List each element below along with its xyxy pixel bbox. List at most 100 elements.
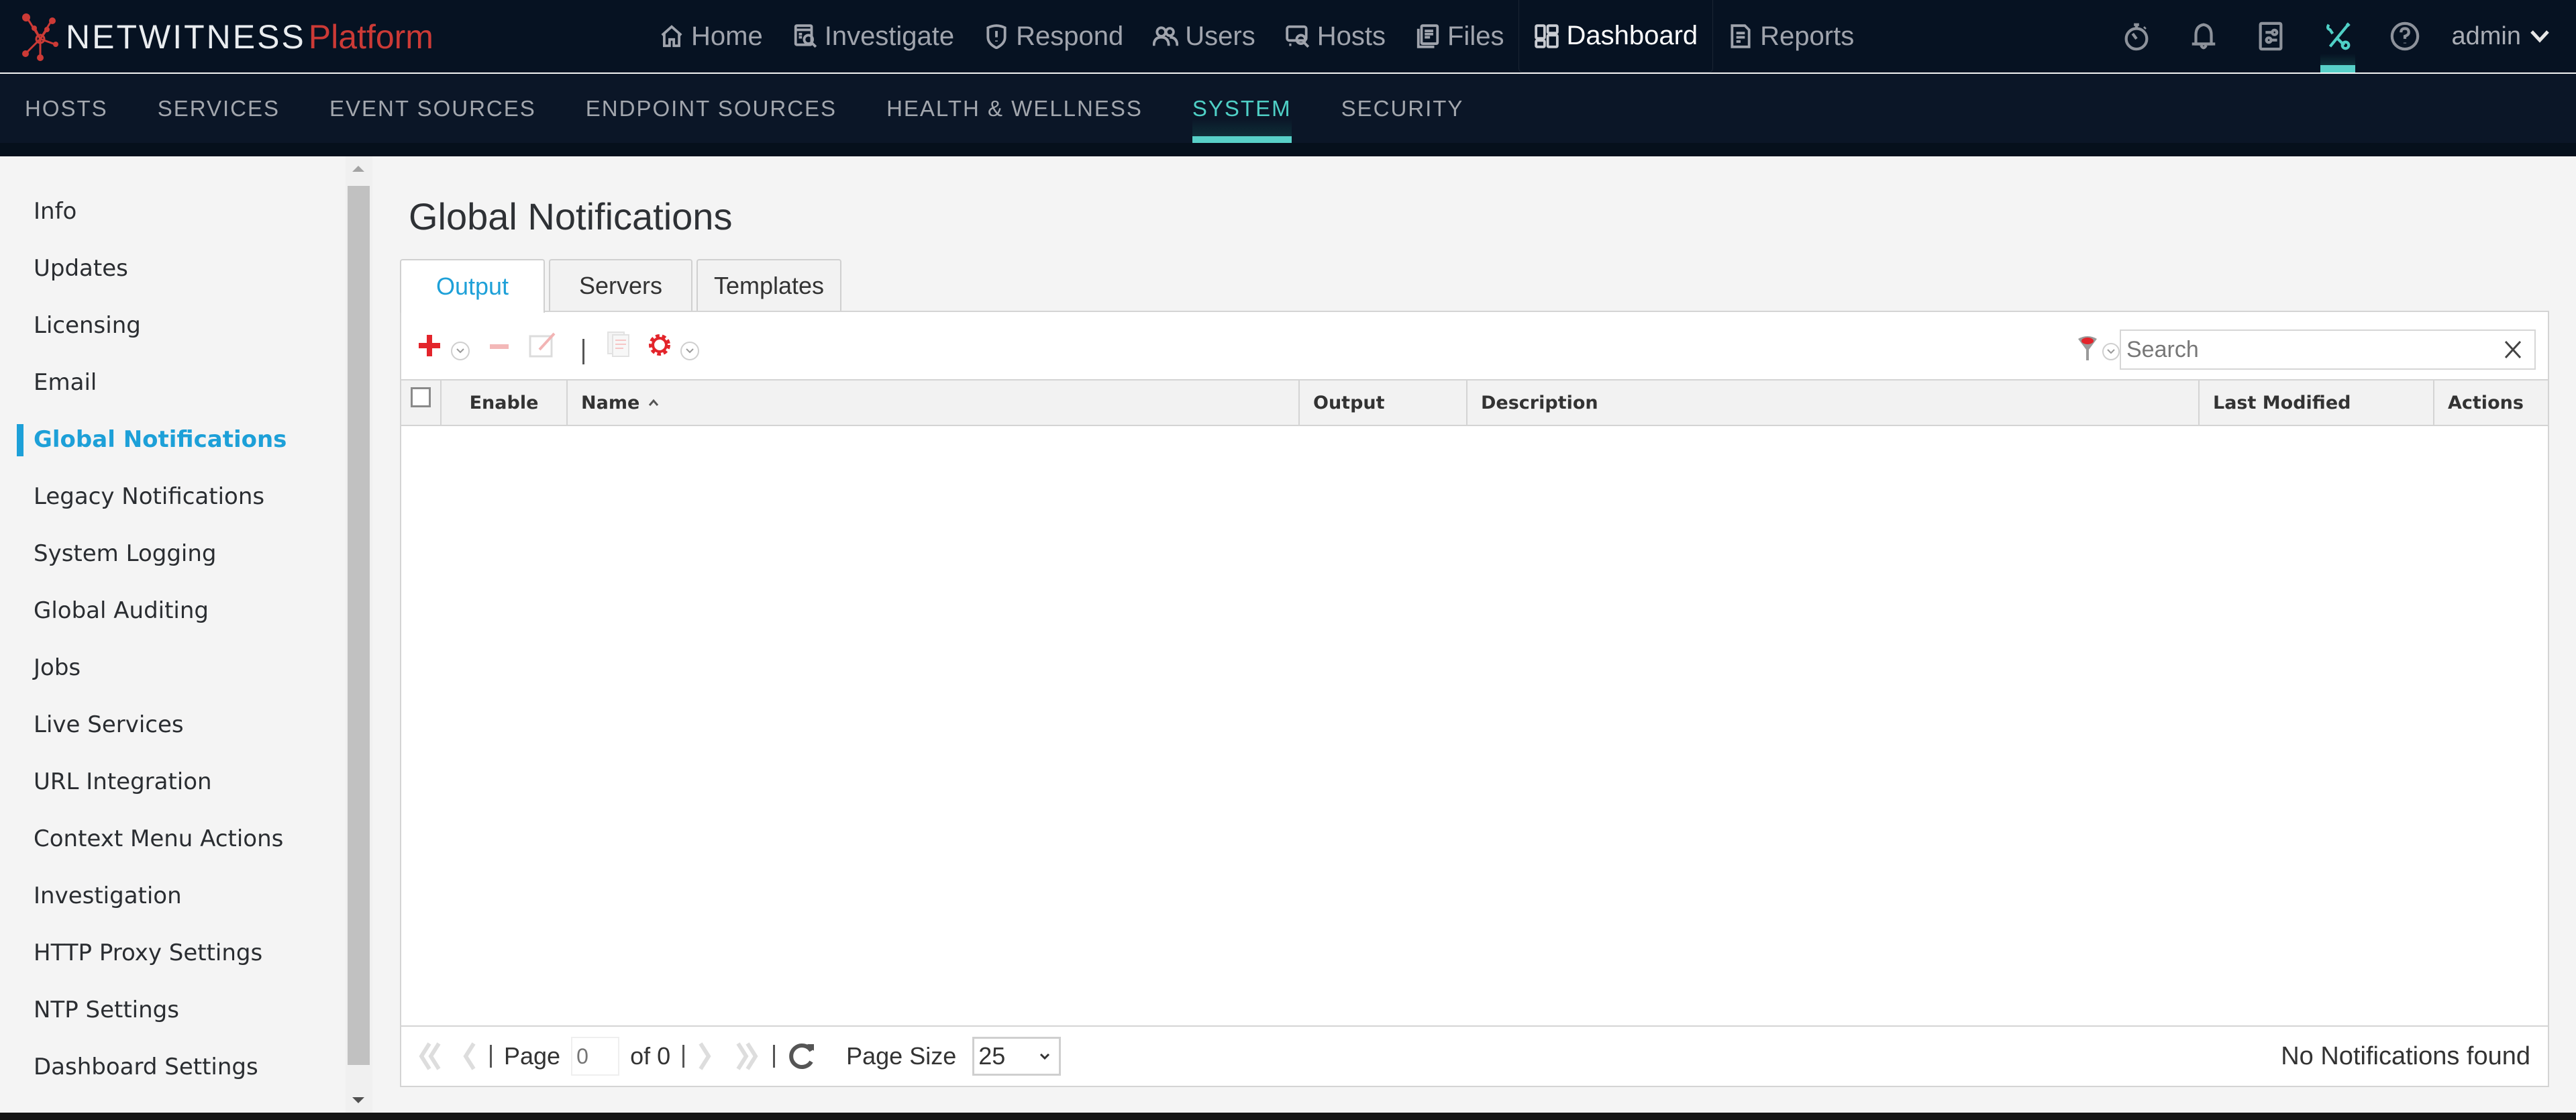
edit-button[interactable] — [529, 332, 557, 360]
filter-menu-caret[interactable] — [2102, 343, 2120, 360]
sidebar-item-investigation[interactable]: Investigation — [34, 882, 182, 909]
admin-button[interactable] — [2304, 0, 2371, 72]
sort-ascending-icon — [649, 399, 659, 406]
previous-page-button[interactable] — [459, 1041, 478, 1072]
scroll-down-arrow-icon[interactable] — [352, 1097, 364, 1103]
subnav-hosts[interactable]: HOSTS — [25, 74, 108, 143]
top-bar: NETWITNESS Platform Home Investigate Res… — [0, 0, 2576, 72]
user-name: admin — [2451, 21, 2522, 50]
nav-users[interactable]: Users — [1138, 0, 1270, 72]
nav-home[interactable]: Home — [644, 0, 778, 72]
chevron-down-icon — [2530, 30, 2549, 43]
sidebar-scrollbar[interactable] — [346, 156, 372, 1113]
page-size-value: 25 — [978, 1042, 1006, 1070]
column-header-description[interactable]: Description — [1467, 380, 2200, 425]
pager-separator — [490, 1045, 492, 1068]
page-size-select[interactable]: 25 — [972, 1037, 1062, 1076]
subnav-divider — [0, 143, 2576, 156]
add-menu-caret[interactable] — [451, 342, 470, 360]
filter-button[interactable] — [2077, 335, 2098, 366]
preferences-button[interactable] — [2237, 0, 2304, 72]
nav-files[interactable]: Files — [1400, 0, 1518, 72]
sidebar-item-email[interactable]: Email — [34, 369, 97, 396]
stopwatch-button[interactable] — [2103, 0, 2170, 72]
column-header-actions[interactable]: Actions — [2434, 380, 2548, 425]
nav-reports[interactable]: Reports — [1713, 0, 1869, 72]
sidebar-item-global-auditing[interactable]: Global Auditing — [34, 597, 209, 624]
add-button[interactable] — [417, 334, 442, 360]
user-menu[interactable]: admin — [2452, 22, 2550, 51]
column-header-last-modified[interactable]: Last Modified — [2200, 380, 2434, 425]
column-header-enable[interactable]: Enable — [442, 380, 568, 425]
sidebar-item-url-integration[interactable]: URL Integration — [34, 768, 212, 795]
sidebar-item-context-menu-actions[interactable]: Context Menu Actions — [34, 825, 283, 852]
pager-separator — [773, 1045, 776, 1068]
subnav-health-wellness[interactable]: HEALTH & WELLNESS — [886, 74, 1143, 143]
notification-tabs: Output Servers Templates — [400, 259, 845, 313]
sidebar-item-dashboard-settings[interactable]: Dashboard Settings — [34, 1054, 258, 1080]
clone-icon — [607, 332, 629, 357]
column-header-name[interactable]: Name — [568, 380, 1300, 425]
pagination-bar: Page of 0 Page Size 25 No Notifications … — [401, 1025, 2548, 1086]
sidebar-item-http-proxy-settings[interactable]: HTTP Proxy Settings — [34, 939, 262, 966]
column-label: Output — [1313, 392, 1385, 413]
sidebar-item-info[interactable]: Info — [34, 198, 76, 225]
nav-files-label: Files — [1447, 21, 1504, 51]
pager-status: No Notifications found — [2281, 1041, 2530, 1070]
sidebar-item-live-services[interactable]: Live Services — [34, 711, 184, 738]
sidebar-item-global-notifications[interactable]: Global Notifications — [34, 426, 287, 453]
tab-templates[interactable]: Templates — [697, 259, 841, 311]
main-nav: Home Investigate Respond Users Hosts Fil… — [644, 0, 1869, 72]
search-input[interactable] — [2121, 331, 2498, 368]
scroll-up-arrow-icon[interactable] — [352, 166, 364, 172]
nav-investigate[interactable]: Investigate — [778, 0, 969, 72]
double-chevron-right-icon — [736, 1042, 758, 1070]
tab-servers[interactable]: Servers — [549, 259, 692, 311]
settings-button[interactable] — [647, 332, 672, 360]
sidebar-item-licensing[interactable]: Licensing — [34, 312, 141, 339]
system-sidebar: Info Updates Licensing Email Global Noti… — [0, 156, 346, 1113]
select-all-checkbox[interactable] — [411, 387, 431, 407]
tab-output[interactable]: Output — [400, 259, 545, 313]
home-icon — [661, 25, 682, 48]
last-page-button[interactable] — [730, 1041, 761, 1072]
column-label: Enable — [469, 392, 539, 413]
dashboard-icon — [1535, 23, 1559, 48]
next-page-button[interactable] — [697, 1041, 715, 1072]
table-body — [401, 426, 2548, 1027]
chevron-down-icon — [456, 348, 464, 354]
nav-hosts[interactable]: Hosts — [1270, 0, 1400, 72]
chevron-down-icon — [686, 348, 694, 354]
help-button[interactable] — [2371, 0, 2438, 72]
subnav-event-sources[interactable]: EVENT SOURCES — [329, 74, 536, 143]
clear-search-button[interactable] — [2498, 335, 2528, 364]
nav-dashboard[interactable]: Dashboard — [1518, 0, 1714, 72]
grid-toolbar — [401, 312, 2548, 379]
page-number-input[interactable] — [571, 1037, 620, 1076]
sidebar-item-system-logging[interactable]: System Logging — [34, 540, 216, 567]
scrollbar-thumb[interactable] — [348, 186, 370, 1065]
subnav-endpoint-sources[interactable]: ENDPOINT SOURCES — [586, 74, 837, 143]
column-header-output[interactable]: Output — [1300, 380, 1467, 425]
sidebar-item-jobs[interactable]: Jobs — [34, 654, 81, 681]
sidebar-item-ntp-settings[interactable]: NTP Settings — [34, 997, 179, 1023]
subnav-security[interactable]: SECURITY — [1341, 74, 1464, 143]
bell-icon — [2192, 23, 2215, 50]
notifications-button[interactable] — [2170, 0, 2237, 72]
nav-respond[interactable]: Respond — [969, 0, 1138, 72]
sidebar-item-legacy-notifications[interactable]: Legacy Notifications — [34, 483, 264, 510]
remove-button[interactable] — [488, 342, 510, 354]
subnav-services[interactable]: SERVICES — [158, 74, 280, 143]
clone-button[interactable] — [607, 331, 631, 360]
netwitness-logo[interactable]: NETWITNESS Platform — [21, 12, 433, 62]
subnav-system[interactable]: SYSTEM — [1192, 74, 1292, 143]
sidebar-item-updates[interactable]: Updates — [34, 255, 128, 282]
settings-menu-caret[interactable] — [680, 342, 699, 360]
nav-users-label: Users — [1185, 21, 1255, 51]
refresh-button[interactable] — [787, 1041, 817, 1071]
hosts-icon — [1286, 25, 1309, 48]
nav-home-label: Home — [691, 21, 763, 51]
close-icon — [2504, 340, 2522, 359]
filter-icon — [2078, 336, 2097, 360]
first-page-button[interactable] — [416, 1041, 447, 1072]
